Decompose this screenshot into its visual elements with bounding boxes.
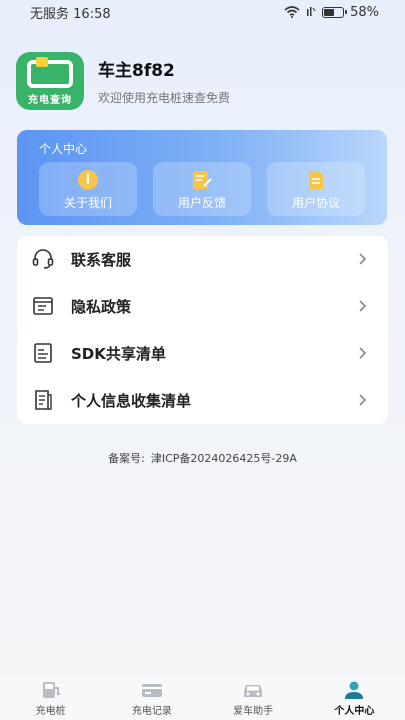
tab-label: 爱车助手 bbox=[233, 706, 274, 717]
personal-center-card: 个人中心 i 关于我们 用户反馈 用户协议 bbox=[17, 130, 387, 225]
carrier-text: 无服务 bbox=[30, 6, 70, 22]
battery-text: 58% bbox=[350, 4, 379, 20]
tab-charger[interactable]: 充电桩 bbox=[0, 676, 101, 720]
menu-label: 隐私政策 bbox=[71, 297, 132, 316]
headset-icon bbox=[31, 247, 55, 271]
bolt-icon bbox=[36, 57, 48, 67]
menu-item-privacy-policy[interactable]: 隐私政策 bbox=[17, 283, 388, 329]
about-us-button[interactable]: i 关于我们 bbox=[39, 162, 137, 216]
profile-text: 车主8f82 欢迎使用充电桩速查免费 bbox=[98, 56, 230, 106]
tab-personal-center[interactable]: 个人中心 bbox=[304, 676, 405, 720]
battery-icon bbox=[322, 6, 348, 18]
info-icon: i bbox=[77, 170, 99, 190]
welcome-text: 欢迎使用充电桩速查免费 bbox=[98, 91, 231, 105]
status-right: 58% bbox=[284, 5, 379, 20]
icp-filing: 备案号: 津ICP备2024026425号-29A bbox=[0, 450, 405, 466]
menu-label: 个人信息收集清单 bbox=[71, 391, 192, 410]
icp-number[interactable]: 津ICP备2024026425号-29A bbox=[151, 452, 297, 465]
menu-item-personal-info-list[interactable]: 个人信息收集清单 bbox=[17, 377, 388, 423]
tab-charge-records[interactable]: 充电记录 bbox=[101, 676, 202, 720]
menu-label: 联系客服 bbox=[71, 250, 132, 269]
logo-text: 充电查询 bbox=[28, 95, 72, 106]
wifi-icon bbox=[284, 6, 300, 18]
car-icon bbox=[241, 680, 265, 700]
tab-label: 充电桩 bbox=[35, 706, 66, 717]
person-icon bbox=[342, 680, 366, 700]
bottom-tab-bar: 充电桩 充电记录 爱车助手 个人中心 bbox=[0, 676, 405, 720]
menu-label: SDK共享清单 bbox=[71, 344, 166, 363]
settings-menu: 联系客服 隐私政策 SDK共享清单 个人信息收集清单 bbox=[17, 236, 388, 424]
record-icon bbox=[140, 680, 164, 700]
app-logo: 充电查询 bbox=[16, 52, 84, 110]
chevron-right-icon bbox=[359, 253, 367, 265]
tab-car-assistant[interactable]: 爱车助手 bbox=[203, 676, 304, 720]
chevron-right-icon bbox=[359, 347, 367, 359]
profile-header[interactable]: 充电查询 车主8f82 欢迎使用充电桩速查免费 bbox=[16, 52, 230, 110]
privacy-doc-icon bbox=[31, 294, 55, 318]
user-name: 车主8f82 bbox=[98, 61, 175, 81]
list-doc-icon bbox=[31, 341, 55, 365]
chevron-right-icon bbox=[359, 394, 367, 406]
feedback-icon bbox=[191, 170, 213, 190]
info-list-icon bbox=[31, 388, 55, 412]
document-icon bbox=[305, 170, 327, 190]
clock-text: 16:58 bbox=[73, 6, 111, 22]
tile-label: 用户协议 bbox=[291, 196, 340, 210]
tab-label: 个人中心 bbox=[334, 706, 375, 717]
charger-icon bbox=[39, 680, 63, 700]
tile-label: 关于我们 bbox=[63, 196, 112, 210]
icp-prefix: 备案号: bbox=[108, 452, 145, 465]
chevron-right-icon bbox=[359, 300, 367, 312]
personal-center-title: 个人中心 bbox=[39, 142, 88, 156]
status-bar: 无服务 16:58 58% bbox=[0, 0, 405, 24]
menu-item-contact-support[interactable]: 联系客服 bbox=[17, 236, 388, 282]
signal-off-icon bbox=[307, 7, 316, 16]
charger-screen-icon bbox=[27, 60, 73, 88]
menu-item-sdk-list[interactable]: SDK共享清单 bbox=[17, 330, 388, 376]
user-agreement-button[interactable]: 用户协议 bbox=[267, 162, 365, 216]
tab-label: 充电记录 bbox=[131, 706, 172, 717]
tile-label: 用户反馈 bbox=[177, 196, 226, 210]
status-left: 无服务 16:58 bbox=[30, 3, 111, 22]
user-feedback-button[interactable]: 用户反馈 bbox=[153, 162, 251, 216]
